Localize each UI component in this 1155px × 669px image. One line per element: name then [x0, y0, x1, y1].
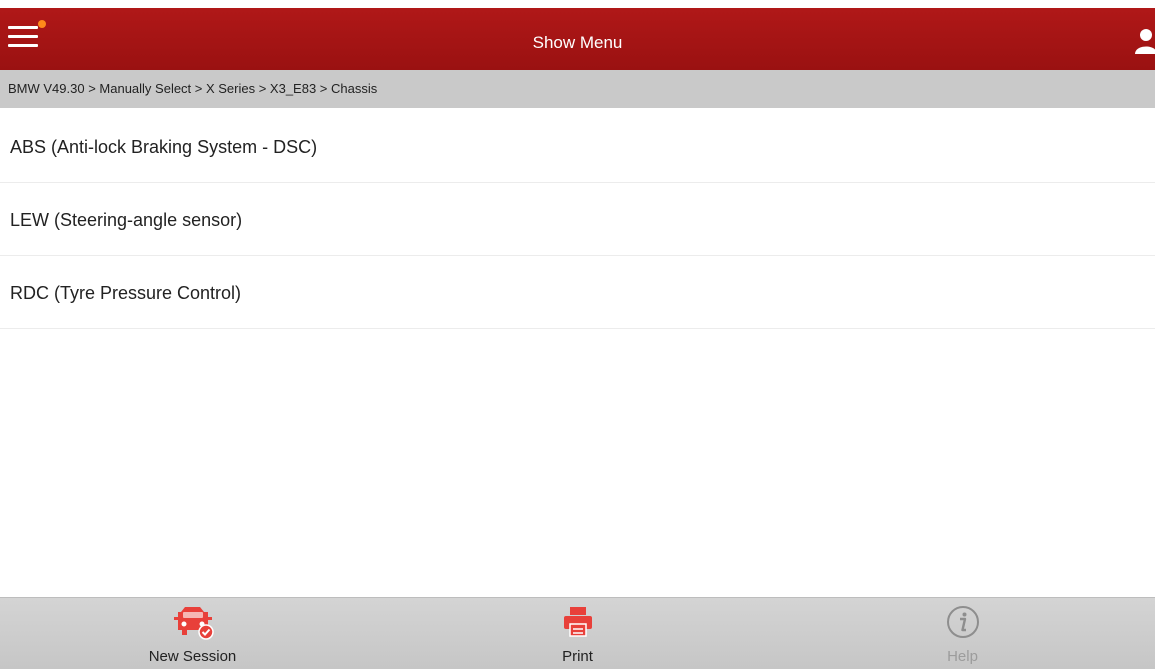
bottom-toolbar: New Session Print Help — [0, 597, 1155, 669]
system-list: ABS (Anti-lock Braking System - DSC) LEW… — [0, 110, 1155, 329]
list-item-abs[interactable]: ABS (Anti-lock Braking System - DSC) — [0, 110, 1155, 183]
info-icon — [946, 606, 979, 638]
print-button[interactable]: Print — [385, 598, 770, 669]
printer-icon — [563, 607, 592, 637]
list-item-label: LEW (Steering-angle sensor) — [10, 210, 243, 230]
user-icon[interactable] — [1133, 26, 1155, 56]
help-label: Help — [947, 648, 978, 665]
help-button[interactable]: Help — [770, 598, 1155, 669]
list-item-lew[interactable]: LEW (Steering-angle sensor) — [0, 183, 1155, 256]
page-title: Show Menu — [532, 33, 623, 52]
list-item-rdc[interactable]: RDC (Tyre Pressure Control) — [0, 256, 1155, 329]
diagnostic-app-screen: Show Menu BMW V49.30 > Manually Select >… — [0, 0, 1155, 669]
list-item-label: RDC (Tyre Pressure Control) — [10, 283, 242, 303]
top-band — [0, 0, 1155, 8]
list-item-label: ABS (Anti-lock Braking System - DSC) — [10, 137, 318, 157]
new-session-button[interactable]: New Session — [0, 598, 385, 669]
car-icon — [173, 607, 214, 640]
breadcrumb: BMW V49.30 > Manually Select > X Series … — [0, 70, 1155, 108]
user-icon-graphic — [1135, 29, 1155, 54]
app-header: Show Menu — [0, 8, 1155, 70]
new-session-label: New Session — [148, 648, 237, 665]
print-label: Print — [562, 648, 593, 665]
